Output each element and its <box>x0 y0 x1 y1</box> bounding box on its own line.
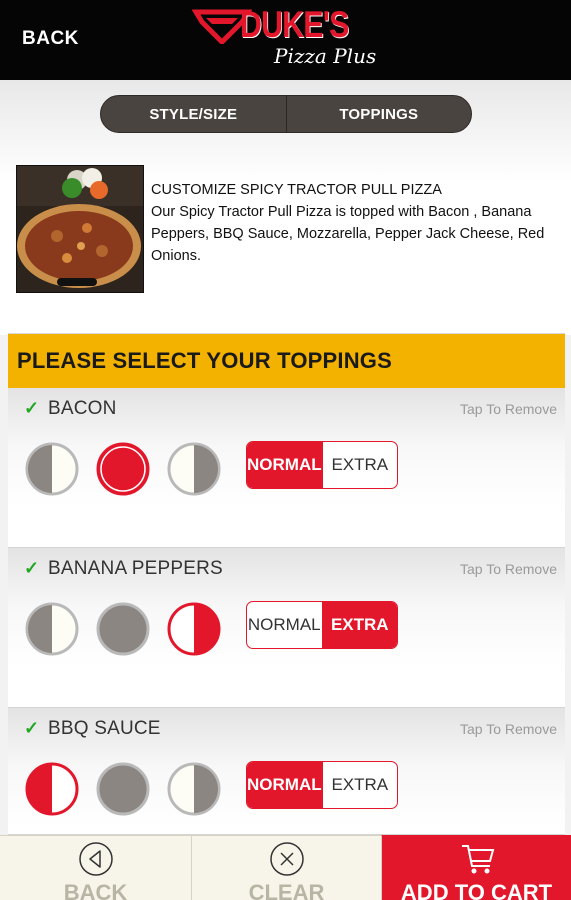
logo-tagline: Pizza Plus <box>274 44 377 68</box>
left-half-placement-icon[interactable] <box>24 441 80 497</box>
extra-option[interactable]: EXTRA <box>322 602 397 648</box>
right-half-placement-icon[interactable] <box>166 601 222 657</box>
amount-toggle: NORMAL EXTRA <box>246 761 398 809</box>
bottom-clear-button[interactable]: CLEAR <box>191 835 381 900</box>
whole-placement-icon[interactable] <box>95 761 151 817</box>
clear-label: CLEAR <box>248 880 325 900</box>
clear-x-icon <box>269 842 304 876</box>
topping-row-banana-peppers: ✓ BANANA PEPPERS Tap To Remove NORMAL EX… <box>8 548 565 708</box>
normal-option[interactable]: NORMAL <box>247 762 323 808</box>
tap-to-remove-link[interactable]: Tap To Remove <box>460 721 557 737</box>
tab-toppings[interactable]: TOPPINGS <box>285 96 472 132</box>
tab-style-size[interactable]: STYLE/SIZE <box>101 96 286 132</box>
topping-name: BACON <box>48 398 117 419</box>
amount-toggle: NORMAL EXTRA <box>246 441 398 489</box>
toppings-section-title: PLEASE SELECT YOUR TOPPINGS <box>17 348 392 373</box>
app-header: BACK DUKE'S Pizza Plus <box>0 0 571 80</box>
add-to-cart-label: ADD TO CART <box>400 880 553 900</box>
extra-option[interactable]: EXTRA <box>323 762 397 808</box>
product-description-block: CUSTOMIZE SPICY TRACTOR PULL PIZZA Our S… <box>151 179 556 267</box>
tap-to-remove-link[interactable]: Tap To Remove <box>460 401 557 417</box>
topping-row-bacon: ✓ BACON Tap To Remove NORMAL EXTRA <box>8 388 565 548</box>
right-half-placement-icon[interactable] <box>166 761 222 817</box>
topping-name: BBQ SAUCE <box>48 718 161 739</box>
product-title: CUSTOMIZE SPICY TRACTOR PULL PIZZA <box>151 182 442 198</box>
back-label: BACK <box>63 880 128 900</box>
extra-option[interactable]: EXTRA <box>323 442 397 488</box>
check-icon: ✓ <box>24 558 40 578</box>
style-toppings-tabs: STYLE/SIZE TOPPINGS <box>100 95 472 133</box>
back-arrow-icon <box>78 842 113 876</box>
check-icon: ✓ <box>24 398 40 418</box>
topping-name: BANANA PEPPERS <box>48 558 223 579</box>
bottom-action-bar: BACK CLEAR ADD TO CART <box>0 835 571 900</box>
whole-placement-icon[interactable] <box>95 441 151 497</box>
toppings-section-header: PLEASE SELECT YOUR TOPPINGS <box>8 333 565 388</box>
add-to-cart-button[interactable]: ADD TO CART <box>381 835 571 900</box>
tap-to-remove-link[interactable]: Tap To Remove <box>460 561 557 577</box>
pizza-thumbnail <box>16 165 144 293</box>
bottom-back-button[interactable]: BACK <box>0 835 191 900</box>
topping-row-bbq-sauce: ✓ BBQ SAUCE Tap To Remove NORMAL EXTRA <box>8 708 565 835</box>
dukes-logo: DUKE'S Pizza Plus <box>192 4 392 76</box>
product-description: Our Spicy Tractor Pull Pizza is topped w… <box>151 204 545 264</box>
left-half-placement-icon[interactable] <box>24 601 80 657</box>
left-half-placement-icon[interactable] <box>24 761 80 817</box>
amount-toggle: NORMAL EXTRA <box>246 601 398 649</box>
whole-placement-icon[interactable] <box>95 601 151 657</box>
normal-option[interactable]: NORMAL <box>247 442 323 488</box>
normal-option[interactable]: NORMAL <box>247 602 323 648</box>
logo-brand-text: DUKE'S <box>240 4 349 45</box>
cart-icon <box>461 845 494 874</box>
check-icon: ✓ <box>24 718 40 738</box>
right-half-placement-icon[interactable] <box>166 441 222 497</box>
header-back-button[interactable]: BACK <box>22 28 79 50</box>
